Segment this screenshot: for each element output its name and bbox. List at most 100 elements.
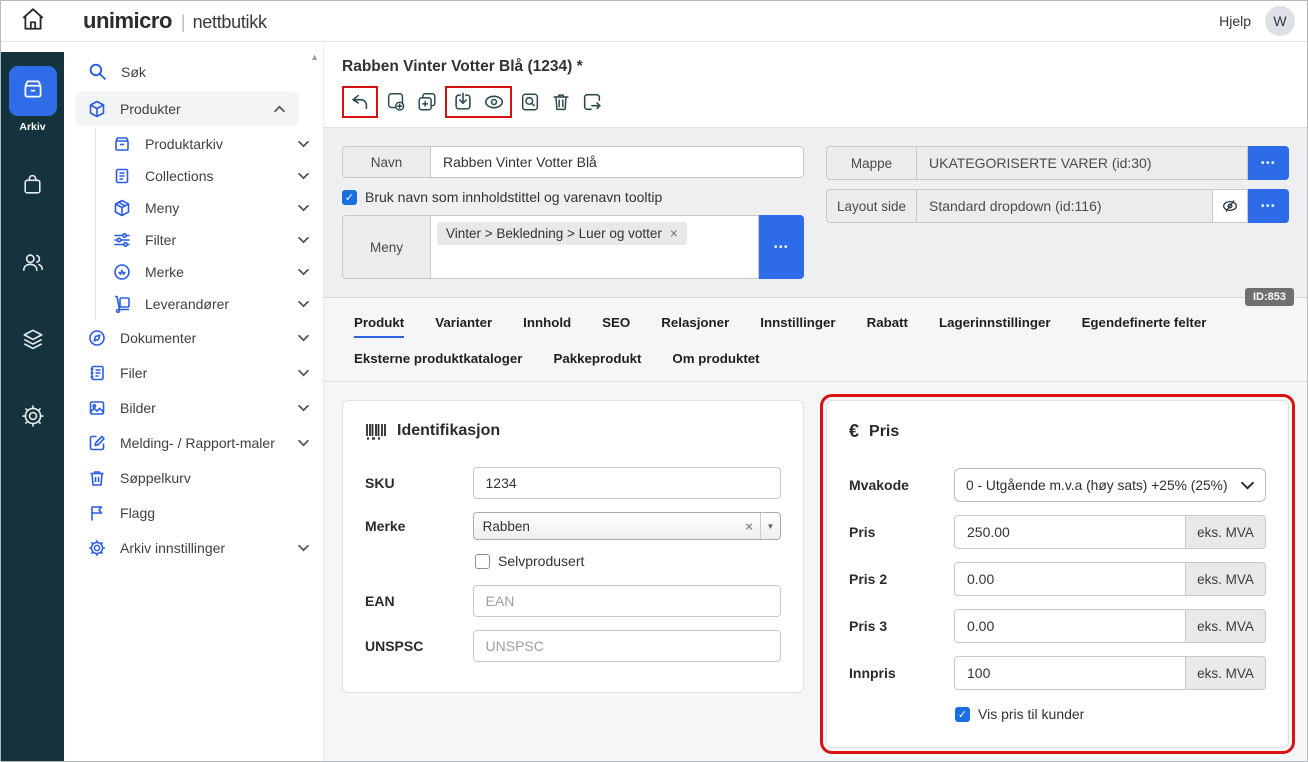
sidebar-item-flagg[interactable]: Flagg — [64, 495, 323, 530]
annotation-box-save-view — [445, 86, 512, 118]
unspsc-input[interactable] — [473, 630, 781, 662]
meny-value-area[interactable]: Vinter > Bekledning > Luer og votter × — [430, 215, 759, 279]
sidebar-scroll-up-icon[interactable]: ▲ — [310, 52, 319, 62]
annotation-box-undo — [342, 86, 378, 118]
tab-lagerinnstillinger[interactable]: Lagerinnstillinger — [939, 315, 1051, 338]
mvakode-selected-value: 0 - Utgående m.v.a (høy sats) +25% (25%) — [966, 478, 1241, 493]
new-product-button[interactable] — [383, 89, 409, 115]
tab-seo[interactable]: SEO — [602, 315, 630, 338]
gear-icon — [20, 403, 46, 434]
home-icon — [20, 6, 46, 37]
tab-relasjoner[interactable]: Relasjoner — [661, 315, 729, 338]
shopping-bag-icon — [20, 172, 45, 202]
help-link[interactable]: Hjelp — [1219, 13, 1251, 29]
pris3-addon: eks. MVA — [1186, 609, 1266, 643]
rail-item-settings[interactable] — [10, 395, 56, 441]
meny-more-button[interactable]: ••• — [759, 215, 804, 279]
sidebar-item-label: Søppelkurv — [120, 470, 309, 486]
tab-rabatt[interactable]: Rabatt — [867, 315, 908, 338]
sku-input[interactable] — [473, 467, 781, 499]
chip-remove-icon[interactable]: × — [670, 226, 678, 241]
sidebar-item-label: Produkter — [120, 101, 260, 117]
rail-item-customers[interactable] — [10, 241, 56, 287]
home-button[interactable] — [1, 6, 65, 37]
sidebar-item-produkter[interactable]: Produkter — [75, 91, 299, 126]
chevron-down-icon — [298, 236, 309, 244]
chevron-down-icon — [298, 369, 309, 377]
pris2-input[interactable] — [954, 562, 1186, 596]
undo-icon — [349, 91, 371, 113]
name-tooltip-checkbox[interactable]: ✓ — [342, 190, 357, 205]
archive-drawer-icon — [20, 76, 46, 107]
rail-item-label: Arkiv — [19, 121, 45, 133]
sidebar-item-collections[interactable]: Collections — [96, 160, 323, 192]
rail-item-modules[interactable] — [10, 318, 56, 364]
tab-eksterne-produktkataloger[interactable]: Eksterne produktkataloger — [354, 351, 522, 366]
ean-input[interactable] — [473, 585, 781, 617]
chevron-down-icon — [298, 404, 309, 412]
brand-logo: unimicro | nettbutikk — [83, 8, 267, 34]
ean-row: EAN — [365, 585, 781, 617]
sidebar-item-sok[interactable]: Søk — [64, 54, 323, 89]
eye-off-icon — [1221, 197, 1239, 215]
undo-button[interactable] — [347, 89, 373, 115]
tab-innstillinger[interactable]: Innstillinger — [760, 315, 835, 338]
tab-varianter[interactable]: Varianter — [435, 315, 492, 338]
mvakode-select[interactable]: 0 - Utgående m.v.a (høy sats) +25% (25%) — [954, 468, 1266, 502]
sidebar-item-produktarkiv[interactable]: Produktarkiv — [96, 128, 323, 160]
innpris-input[interactable] — [954, 656, 1186, 690]
sidebar-item-merke[interactable]: Merke — [96, 256, 323, 288]
duplicate-button[interactable] — [414, 89, 440, 115]
sidebar-item-filer[interactable]: Filer — [64, 355, 323, 390]
delete-button[interactable] — [548, 89, 574, 115]
mvakode-row: Mvakode 0 - Utgående m.v.a (høy sats) +2… — [849, 468, 1266, 502]
sidebar-item-label: Collections — [145, 168, 284, 184]
sidebar-item-label: Arkiv innstillinger — [120, 540, 284, 556]
user-avatar[interactable]: W — [1265, 6, 1295, 36]
users-icon — [20, 249, 46, 280]
navn-input[interactable] — [430, 146, 804, 178]
pris3-input[interactable] — [954, 609, 1186, 643]
pris-input[interactable] — [954, 515, 1186, 549]
chevron-down-icon — [298, 268, 309, 276]
app-window: unimicro | nettbutikk Hjelp W Arkiv — [0, 0, 1308, 762]
sidebar-item-arkiv-innstillinger[interactable]: Arkiv innstillinger — [64, 530, 323, 565]
identifikasjon-card: Identifikasjon SKU Merke Rabben × ▼ — [342, 400, 804, 693]
save-button[interactable] — [450, 89, 476, 115]
merke-dropdown-arrow-icon[interactable]: ▼ — [760, 513, 780, 539]
merke-clear-icon[interactable]: × — [738, 519, 760, 534]
sidebar-item-dokumenter[interactable]: Dokumenter — [64, 320, 323, 355]
sku-label: SKU — [365, 475, 473, 491]
layout-more-button[interactable]: ••• — [1248, 189, 1289, 223]
sidebar-item-maler[interactable]: Melding- / Rapport-maler — [64, 425, 323, 460]
save-download-icon — [452, 91, 474, 113]
vis-pris-checkbox[interactable]: ✓ — [955, 707, 970, 722]
tab-innhold[interactable]: Innhold — [523, 315, 571, 338]
sidebar-item-soppelkurv[interactable]: Søppelkurv — [64, 460, 323, 495]
layout-visibility-button[interactable] — [1213, 189, 1248, 223]
logo-divider: | — [181, 12, 186, 33]
name-tooltip-checkbox-row: ✓ Bruk navn som innholdstittel og varena… — [342, 189, 804, 205]
chevron-down-icon — [298, 439, 309, 447]
inspect-button[interactable] — [517, 89, 543, 115]
export-button[interactable] — [579, 89, 605, 115]
selvprodusert-checkbox[interactable] — [475, 554, 490, 569]
tab-om-produktet[interactable]: Om produktet — [672, 351, 759, 366]
rail-item-arkiv[interactable]: Arkiv — [9, 66, 57, 133]
sidebar-item-bilder[interactable]: Bilder — [64, 390, 323, 425]
sidebar-item-meny[interactable]: Meny — [96, 192, 323, 224]
preview-button[interactable] — [481, 89, 507, 115]
selvprodusert-row: Selvprodusert — [475, 553, 781, 569]
merke-select[interactable]: Rabben × ▼ — [473, 512, 781, 540]
merke-selected-value: Rabben — [483, 519, 530, 534]
sidebar-item-filter[interactable]: Filter — [96, 224, 323, 256]
sidebar-item-label: Filter — [145, 232, 284, 248]
tab-pakkeprodukt[interactable]: Pakkeprodukt — [553, 351, 641, 366]
mappe-more-button[interactable]: ••• — [1248, 146, 1289, 180]
sidebar-item-leverandorer[interactable]: Leverandører — [96, 288, 323, 320]
tab-egendefinerte-felter[interactable]: Egendefinerte felter — [1082, 315, 1207, 338]
merke-label: Merke — [365, 518, 473, 534]
tab-produkt[interactable]: Produkt — [354, 315, 404, 338]
rail-item-shop[interactable] — [10, 164, 56, 210]
pris-addon: eks. MVA — [1186, 515, 1266, 549]
